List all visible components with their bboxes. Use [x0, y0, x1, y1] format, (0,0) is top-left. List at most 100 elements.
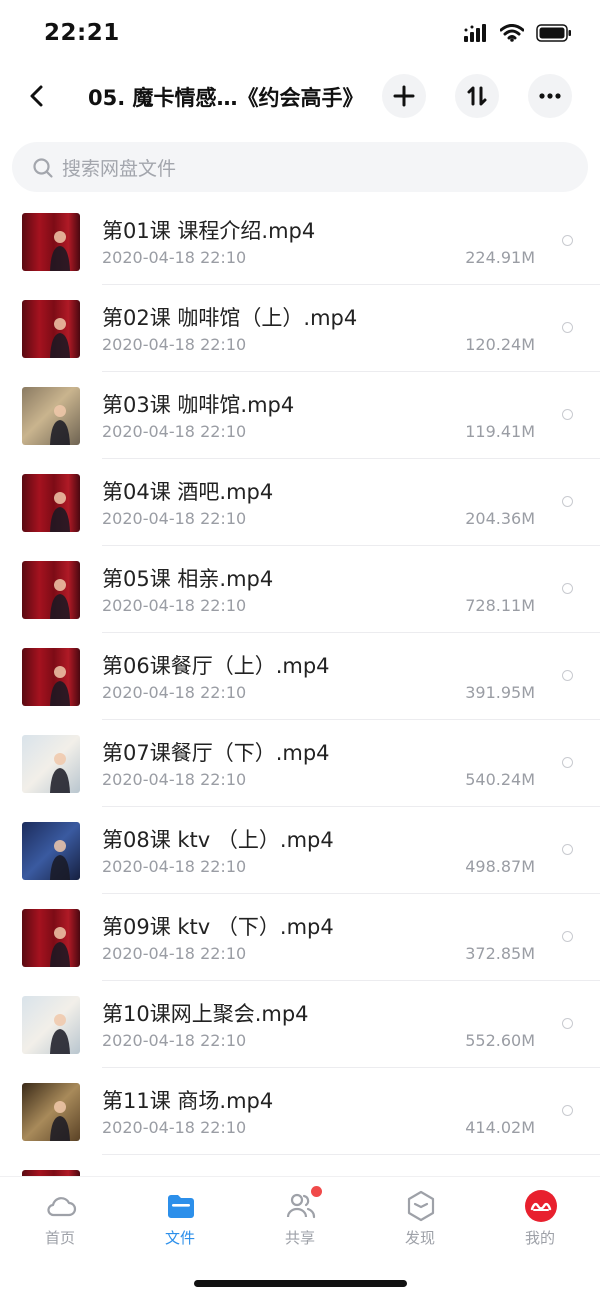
file-name: 第11课 商场.mp4	[102, 1089, 274, 1113]
file-row[interactable]: 第11课 商场.mp4 2020-04-18 22:10 414.02M	[0, 1068, 600, 1155]
file-row[interactable]: 第12课 运动场馆（上）.mp4	[0, 1155, 600, 1176]
back-arrow-icon	[30, 85, 43, 107]
person-silhouette-icon	[50, 927, 70, 967]
video-thumbnail	[22, 735, 80, 793]
folder-title: 05. 魔卡情感…《约会高手》	[88, 86, 364, 110]
nav-bar: 05. 魔卡情感…《约会高手》	[0, 72, 600, 122]
file-size: 728.11M	[465, 596, 535, 615]
video-thumbnail	[22, 300, 80, 358]
file-row[interactable]: 第03课 咖啡馆.mp4 2020-04-18 22:10 119.41M	[0, 372, 600, 459]
more-icon	[539, 93, 561, 99]
wifi-icon	[500, 24, 524, 42]
search-input[interactable]: 搜索网盘文件	[12, 142, 588, 192]
file-size: 120.24M	[465, 335, 535, 354]
notification-badge	[311, 1186, 322, 1197]
select-checkbox[interactable]	[562, 844, 573, 855]
battery-icon	[536, 24, 571, 42]
person-silhouette-icon	[50, 1014, 70, 1054]
file-row[interactable]: 第07课餐厅（下）.mp4 2020-04-18 22:10 540.24M	[0, 720, 600, 807]
file-date: 2020-04-18 22:10	[102, 596, 247, 615]
tab-home[interactable]: 首页	[20, 1189, 100, 1259]
status-bar: 22:21	[0, 0, 600, 70]
file-date: 2020-04-18 22:10	[102, 770, 247, 789]
file-date: 2020-04-18 22:10	[102, 248, 247, 267]
plus-icon	[393, 85, 415, 107]
select-checkbox[interactable]	[562, 409, 573, 420]
tab-label: 文件	[164, 1229, 195, 1247]
file-row[interactable]: 第09课 ktv （下）.mp4 2020-04-18 22:10 372.85M	[0, 894, 600, 981]
file-date: 2020-04-18 22:10	[102, 857, 247, 876]
tab-label: 我的	[524, 1229, 555, 1247]
discover-box-icon	[407, 1190, 435, 1222]
file-row[interactable]: 第05课 相亲.mp4 2020-04-18 22:10 728.11M	[0, 546, 600, 633]
tab-label: 首页	[44, 1229, 75, 1247]
file-date: 2020-04-18 22:10	[102, 422, 247, 441]
video-thumbnail	[22, 387, 80, 445]
file-name: 第06课餐厅（上）.mp4	[102, 654, 330, 678]
more-button[interactable]	[528, 74, 572, 118]
cloud-icon	[47, 1197, 77, 1217]
file-size: 540.24M	[465, 770, 535, 789]
tab-label: 共享	[284, 1229, 315, 1247]
add-button[interactable]	[382, 74, 426, 118]
folder-icon	[168, 1195, 194, 1218]
select-checkbox[interactable]	[562, 496, 573, 507]
file-date: 2020-04-18 22:10	[102, 944, 247, 963]
person-silhouette-icon	[50, 840, 70, 880]
file-date: 2020-04-18 22:10	[102, 1118, 247, 1137]
file-row[interactable]: 第06课餐厅（上）.mp4 2020-04-18 22:10 391.95M	[0, 633, 600, 720]
file-name: 第04课 酒吧.mp4	[102, 480, 274, 504]
select-checkbox[interactable]	[562, 670, 573, 681]
select-checkbox[interactable]	[562, 1105, 573, 1116]
file-name: 第05课 相亲.mp4	[102, 567, 274, 591]
person-silhouette-icon	[50, 1101, 70, 1141]
select-checkbox[interactable]	[562, 1018, 573, 1029]
video-thumbnail	[22, 822, 80, 880]
file-name: 第03课 咖啡馆.mp4	[102, 393, 295, 417]
select-checkbox[interactable]	[562, 322, 573, 333]
avatar-icon	[525, 1190, 557, 1222]
video-thumbnail	[22, 561, 80, 619]
cellular-signal-icon	[464, 24, 486, 42]
person-silhouette-icon	[50, 405, 70, 445]
status-icons	[464, 24, 572, 42]
person-silhouette-icon	[50, 666, 70, 706]
select-checkbox[interactable]	[562, 931, 573, 942]
file-name: 第09课 ktv （下）.mp4	[102, 915, 334, 939]
select-checkbox[interactable]	[562, 757, 573, 768]
file-row[interactable]: 第04课 酒吧.mp4 2020-04-18 22:10 204.36M	[0, 459, 600, 546]
file-row[interactable]: 第01课 课程介绍.mp4 2020-04-18 22:10 224.91M	[0, 198, 600, 285]
tab-share[interactable]: 共享	[260, 1186, 340, 1259]
file-size: 414.02M	[465, 1118, 535, 1137]
file-size: 372.85M	[465, 944, 535, 963]
select-checkbox[interactable]	[562, 235, 573, 246]
search-icon	[33, 158, 53, 178]
video-thumbnail	[22, 1083, 80, 1141]
person-silhouette-icon	[50, 231, 70, 271]
video-thumbnail	[22, 909, 80, 967]
file-size: 224.91M	[465, 248, 535, 267]
file-row[interactable]: 第08课 ktv （上）.mp4 2020-04-18 22:10 498.87M	[0, 807, 600, 894]
sort-button[interactable]	[455, 74, 499, 118]
file-list: 第01课 课程介绍.mp4 2020-04-18 22:10 224.91M 第02课…	[0, 198, 600, 1176]
tab-label: 发现	[404, 1229, 435, 1247]
file-size: 391.95M	[465, 683, 535, 702]
tab-discover[interactable]: 发现	[380, 1189, 460, 1259]
tab-mine[interactable]: 我的	[500, 1189, 580, 1259]
file-date: 2020-04-18 22:10	[102, 509, 247, 528]
back-button[interactable]	[20, 78, 54, 114]
file-name: 第10课网上聚会.mp4	[102, 1002, 309, 1026]
video-thumbnail	[22, 996, 80, 1054]
file-name: 第01课 课程介绍.mp4	[102, 219, 316, 243]
file-name: 第02课 咖啡馆（上）.mp4	[102, 306, 358, 330]
file-size: 204.36M	[465, 509, 535, 528]
file-row[interactable]: 第10课网上聚会.mp4 2020-04-18 22:10 552.60M	[0, 981, 600, 1068]
file-size: 552.60M	[465, 1031, 535, 1050]
file-row[interactable]: 第02课 咖啡馆（上）.mp4 2020-04-18 22:10 120.24M	[0, 285, 600, 372]
file-date: 2020-04-18 22:10	[102, 683, 247, 702]
file-size: 119.41M	[465, 422, 535, 441]
select-checkbox[interactable]	[562, 583, 573, 594]
person-silhouette-icon	[50, 753, 70, 793]
tab-files[interactable]: 文件	[140, 1189, 220, 1259]
video-thumbnail	[22, 648, 80, 706]
